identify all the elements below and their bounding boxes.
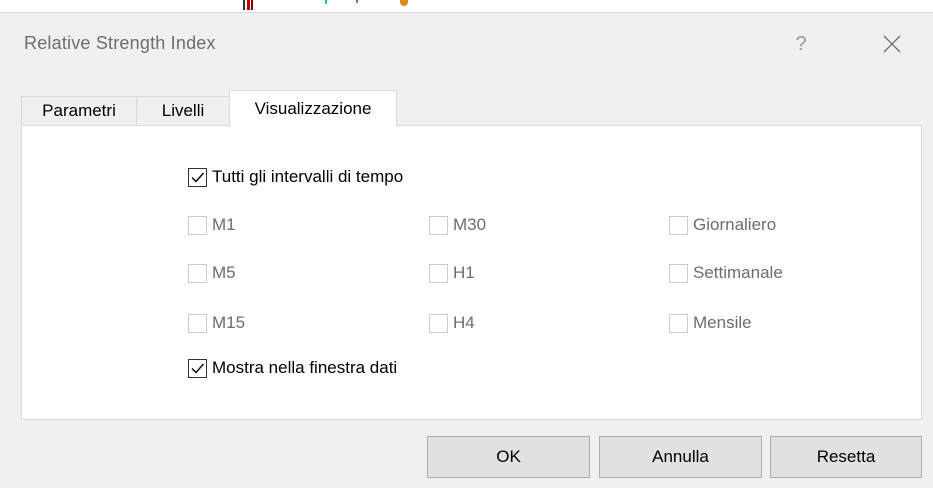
reset-button[interactable]: Resetta (770, 436, 922, 478)
checkmark-icon (191, 172, 205, 183)
show-in-data-window-option[interactable]: Mostra nella finestra dati (188, 356, 397, 380)
dialog-title: Relative Strength Index (24, 33, 216, 53)
chart-fragment (400, 0, 408, 6)
background-chart-strip (0, 0, 933, 13)
chart-fragment (356, 0, 358, 3)
timeframe-daily-label: Giornaliero (693, 215, 777, 234)
help-button[interactable]: ? (783, 26, 819, 62)
timeframe-m1-label: M1 (212, 215, 236, 234)
all-timeframes-option[interactable]: Tutti gli intervalli di tempo (188, 165, 403, 189)
timeframe-h4-checkbox (429, 313, 448, 333)
timeframe-h1-label: H1 (453, 263, 475, 282)
tab-visualizzazione[interactable]: Visualizzazione (229, 90, 397, 127)
timeframe-daily-option: Giornaliero (669, 213, 776, 237)
chart-fragment (325, 0, 327, 4)
close-icon (883, 35, 901, 53)
chart-fragment (243, 0, 245, 10)
timeframe-m30-checkbox (429, 215, 448, 235)
help-icon: ? (795, 32, 807, 55)
close-button[interactable] (874, 26, 910, 62)
timeframe-m5-label: M5 (212, 263, 236, 282)
chart-fragment (247, 0, 250, 10)
rsi-properties-dialog: Relative Strength Index ? Parametri Live… (0, 0, 933, 488)
timeframe-m15-option: M15 (188, 311, 245, 335)
timeframe-m30-option: M30 (429, 213, 486, 237)
all-timeframes-checkbox[interactable] (188, 167, 207, 187)
timeframe-weekly-option: Settimanale (669, 261, 783, 285)
tab-parametri[interactable]: Parametri (21, 96, 137, 125)
timeframe-daily-checkbox (669, 215, 688, 235)
cancel-button[interactable]: Annulla (599, 436, 762, 478)
timeframe-h1-option: H1 (429, 261, 475, 285)
timeframe-weekly-checkbox (669, 263, 688, 283)
show-in-data-window-label: Mostra nella finestra dati (212, 358, 398, 377)
all-timeframes-label: Tutti gli intervalli di tempo (212, 167, 404, 186)
chart-fragment (251, 0, 253, 10)
timeframe-monthly-label: Mensile (693, 313, 752, 332)
checkmark-icon (191, 363, 205, 374)
timeframe-monthly-option: Mensile (669, 311, 752, 335)
timeframe-m5-checkbox (188, 263, 207, 283)
timeframe-m30-label: M30 (453, 215, 487, 234)
show-in-data-window-checkbox[interactable] (188, 358, 207, 378)
timeframe-weekly-label: Settimanale (693, 263, 783, 282)
timeframe-m1-option: M1 (188, 213, 236, 237)
timeframe-monthly-checkbox (669, 313, 688, 333)
timeframe-m15-label: M15 (212, 313, 246, 332)
ok-button[interactable]: OK (427, 436, 590, 478)
timeframe-m1-checkbox (188, 215, 207, 235)
timeframe-m15-checkbox (188, 313, 207, 333)
timeframe-h4-option: H4 (429, 311, 475, 335)
timeframe-h1-checkbox (429, 263, 448, 283)
timeframe-h4-label: H4 (453, 313, 475, 332)
timeframe-m5-option: M5 (188, 261, 236, 285)
tab-livelli[interactable]: Livelli (136, 96, 230, 125)
